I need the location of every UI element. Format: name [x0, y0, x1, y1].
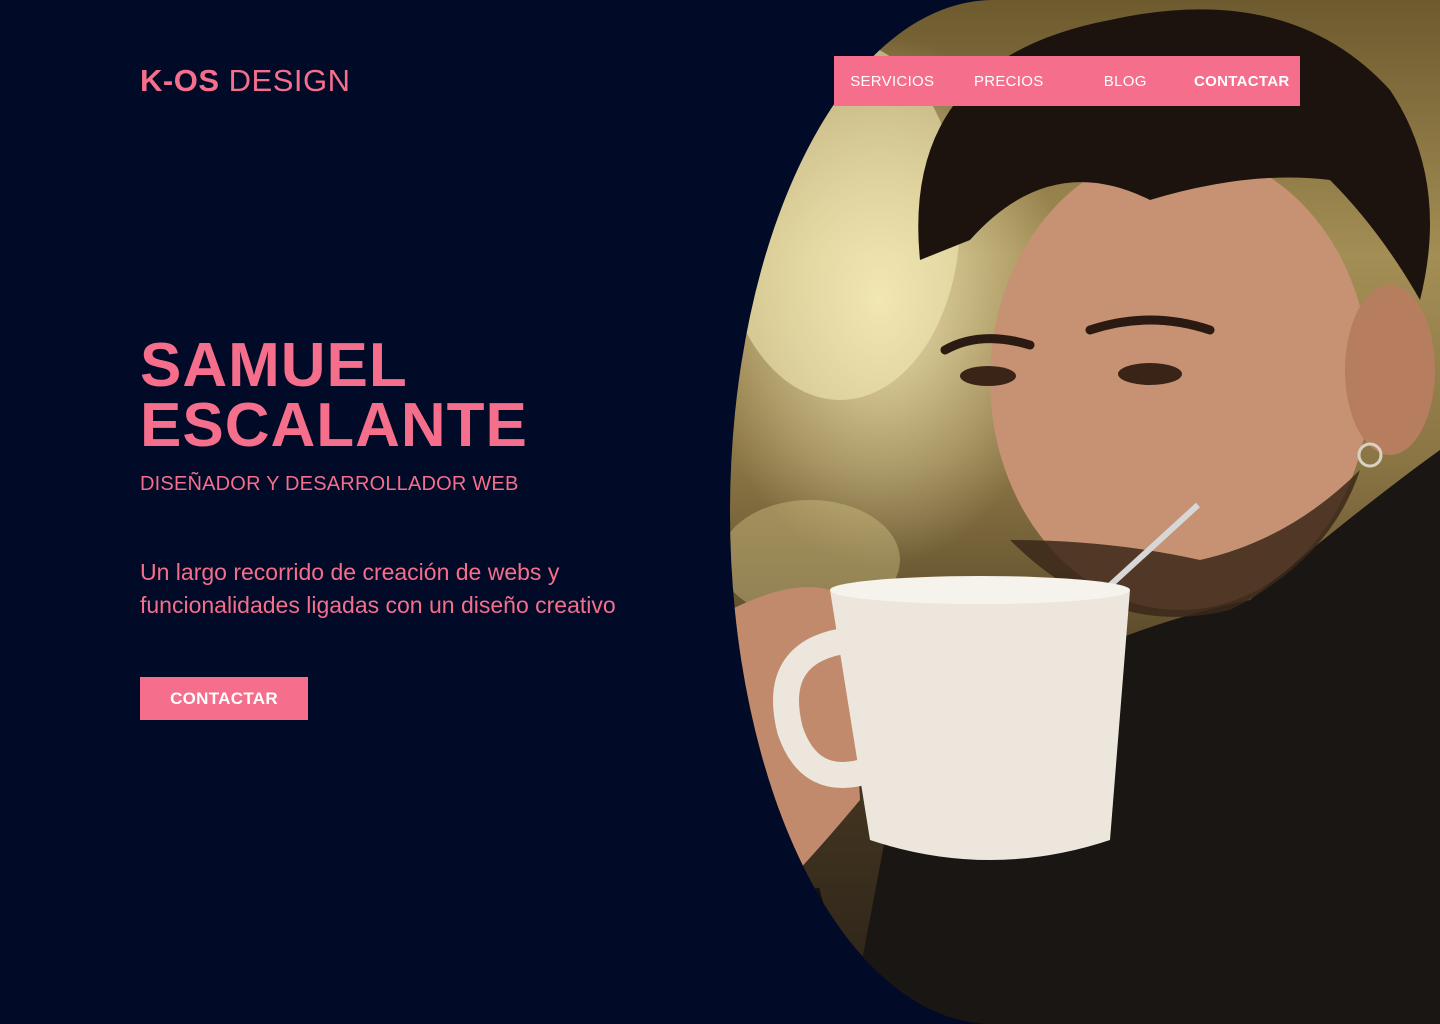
mug-rim	[830, 576, 1130, 604]
hero-name: SAMUEL ESCALANTE	[140, 331, 528, 460]
nav-item-servicios[interactable]: SERVICIOS	[834, 73, 951, 90]
hero-subtitle: DISEÑADOR Y DESARROLLADOR WEB	[140, 473, 519, 495]
hero-name-last: ESCALANTE	[140, 391, 528, 460]
photo-illustration	[730, 9, 1440, 1024]
contact-button[interactable]: CONTACTAR	[140, 677, 308, 720]
wristband-shape	[790, 887, 840, 973]
mug-body	[830, 580, 1130, 860]
ear-shape	[1345, 285, 1435, 455]
nav-item-blog[interactable]: BLOG	[1067, 73, 1184, 90]
nav-item-contactar[interactable]: CONTACTAR	[1184, 73, 1301, 90]
nav-item-precios[interactable]: PRECIOS	[951, 73, 1068, 90]
eye-left	[960, 366, 1016, 386]
logo-light-text: DESIGN	[228, 63, 351, 98]
brand-logo[interactable]: K-OS DESIGN	[140, 62, 350, 100]
main-nav: SERVICIOS PRECIOS BLOG CONTACTAR	[834, 56, 1300, 106]
logo-bold-text: K-OS	[140, 63, 220, 98]
hero-name-first: SAMUEL	[140, 331, 408, 400]
profile-photo	[730, 0, 1440, 1024]
earring-shape	[1357, 442, 1383, 468]
eye-right	[1118, 363, 1182, 385]
hero-description: Un largo recorrido de creación de webs y…	[140, 559, 616, 618]
